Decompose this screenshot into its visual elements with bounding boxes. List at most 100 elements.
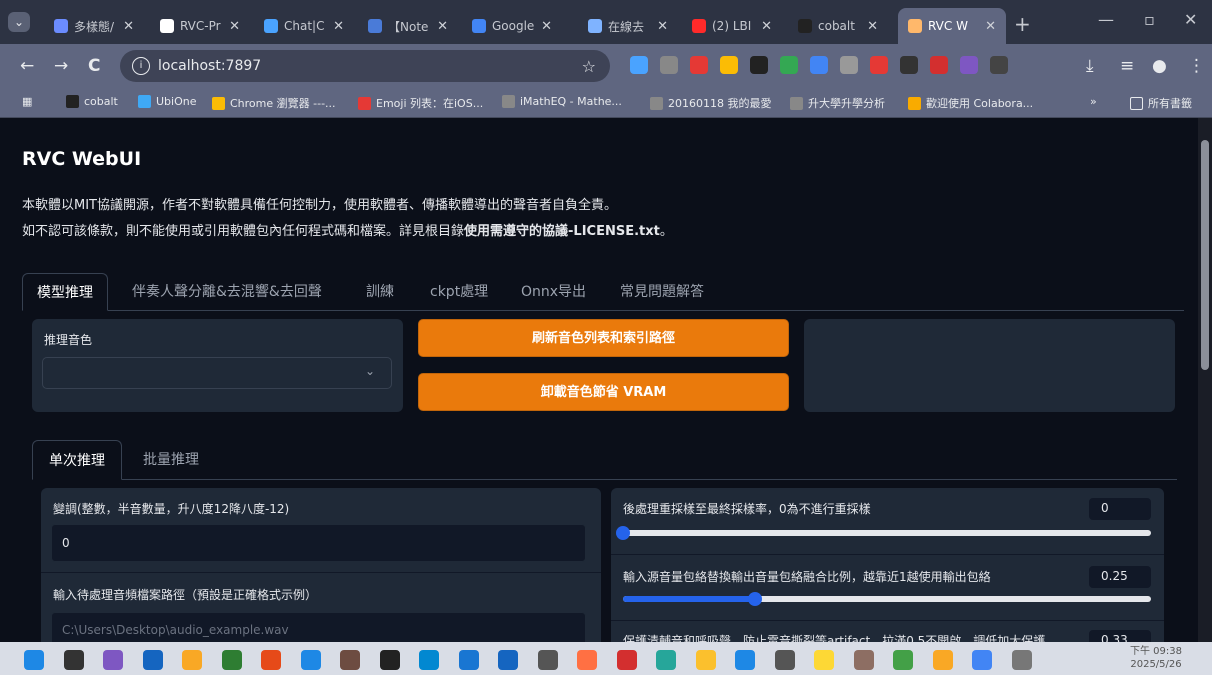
all-bookmarks-folder[interactable]: 所有書籤 [1130, 95, 1192, 111]
browser-tab[interactable]: (2) LBI ✕ [682, 8, 782, 44]
close-tab-icon[interactable]: ✕ [123, 19, 134, 34]
chrome2-icon[interactable] [972, 650, 992, 670]
new-tab-button[interactable]: + [1014, 12, 1031, 36]
app2-icon[interactable] [616, 650, 637, 670]
browser-tab[interactable]: cobalt ✕ [788, 8, 888, 44]
bookmark-star-icon[interactable]: ☆ [582, 57, 596, 76]
extension-icon[interactable] [690, 56, 708, 74]
app8-icon[interactable] [932, 650, 953, 670]
bookmarks-overflow-button[interactable]: » [1090, 95, 1097, 108]
extension-icon[interactable] [900, 56, 918, 74]
edge-icon[interactable] [419, 650, 439, 670]
tab-onnx-export[interactable]: Onnx导出 [507, 273, 600, 311]
rms-mix-number-input[interactable]: 0.25 [1089, 566, 1151, 588]
address-bar[interactable]: i localhost:7897 ☆ [120, 50, 610, 82]
extension-icon[interactable] [840, 56, 858, 74]
reload-button[interactable]: C [88, 56, 100, 76]
extension-icon[interactable] [960, 56, 978, 74]
tab-single-inference[interactable]: 单次推理 [32, 440, 122, 480]
extension-icon[interactable] [930, 56, 948, 74]
extension-icon[interactable] [660, 56, 678, 74]
app5-icon[interactable] [774, 650, 795, 670]
tab-batch-inference[interactable]: 批量推理 [127, 440, 215, 480]
close-tab-icon[interactable]: ✕ [985, 19, 996, 34]
shield-icon[interactable] [458, 650, 479, 670]
close-tab-icon[interactable]: ✕ [333, 19, 344, 34]
scrollbar-thumb[interactable] [1201, 140, 1209, 370]
powerpoint-icon[interactable] [261, 650, 281, 670]
close-window-button[interactable]: ✕ [1184, 10, 1197, 29]
font-icon[interactable] [537, 650, 558, 670]
extension-icon[interactable] [810, 56, 828, 74]
word-icon[interactable] [498, 650, 518, 670]
profile-icon[interactable]: ● [1152, 56, 1167, 76]
bookmark-item[interactable]: cobalt [66, 95, 118, 108]
resample-slider[interactable] [616, 526, 1151, 540]
browser-tab[interactable]: 多樣態/ ✕ [44, 8, 144, 44]
browser-tab[interactable]: RVC-Pr ✕ [150, 8, 250, 44]
app7-icon[interactable] [853, 650, 874, 670]
search-icon[interactable] [63, 650, 84, 670]
browser-tab[interactable]: Chat|C ✕ [254, 8, 354, 44]
browser-tab[interactable]: RVC W ✕ [898, 8, 1006, 44]
store-icon[interactable] [142, 650, 163, 670]
tab-training[interactable]: 訓練 [352, 273, 408, 311]
windows-icon[interactable] [24, 650, 44, 670]
extension-icon[interactable] [780, 56, 798, 74]
tab-ckpt[interactable]: ckpt處理 [416, 273, 502, 311]
tab-vocal-separation[interactable]: 伴奏人聲分離&去混響&去回聲 [118, 273, 336, 311]
extension-icon[interactable] [870, 56, 888, 74]
reading-list-icon[interactable]: ≡ [1120, 56, 1134, 76]
explorer-icon[interactable] [182, 650, 202, 670]
voice-dropdown[interactable]: ⌄ [42, 357, 392, 389]
minimize-button[interactable]: — [1098, 10, 1114, 29]
browser-tab[interactable]: Google ✕ [462, 8, 562, 44]
extension-icon[interactable] [630, 56, 648, 74]
forward-button[interactable]: → [54, 56, 68, 76]
refresh-voices-button[interactable]: 刷新音色列表和索引路徑 [418, 319, 789, 357]
tab-model-inference[interactable]: 模型推理 [22, 273, 108, 311]
close-tab-icon[interactable]: ✕ [657, 19, 668, 34]
bookmark-item[interactable]: 升大學升學分析 [790, 95, 885, 111]
app3-icon[interactable] [656, 650, 676, 670]
browser-tab[interactable]: 【Note ✕ [358, 8, 458, 44]
close-tab-icon[interactable]: ✕ [229, 19, 240, 34]
extension-icon[interactable] [720, 56, 738, 74]
excel-icon[interactable] [221, 650, 242, 670]
bookmark-item[interactable]: UbiOne [138, 95, 197, 108]
maximize-button[interactable]: ▫ [1144, 10, 1155, 29]
app-icon[interactable] [300, 650, 321, 670]
back-button[interactable]: ← [20, 56, 34, 76]
protect-number-input[interactable]: 0.33 [1089, 630, 1151, 642]
bookmark-item[interactable]: 20160118 我的最愛 [650, 95, 772, 111]
app6-icon[interactable] [814, 650, 834, 670]
tab-search-button[interactable]: ⌄ [8, 12, 30, 32]
extension-icon[interactable] [990, 56, 1008, 74]
chrome-icon[interactable] [695, 650, 716, 670]
line-icon[interactable] [893, 650, 913, 670]
clock[interactable]: 下午 09:38 2025/5/26 [1130, 645, 1182, 671]
bookmark-item[interactable]: Chrome 瀏覽器 ---... [212, 95, 336, 111]
audio-path-input[interactable]: C:\Users\Desktop\audio_example.wav [51, 612, 586, 642]
close-tab-icon[interactable]: ✕ [867, 19, 878, 34]
close-tab-icon[interactable]: ✕ [541, 19, 552, 34]
resample-slider-knob[interactable] [616, 526, 630, 540]
rms-mix-slider-knob[interactable] [748, 592, 762, 606]
rms-mix-slider[interactable] [623, 592, 1151, 606]
apps-grid-icon[interactable]: ▦ [22, 95, 32, 108]
bookmark-item[interactable]: Emoji 列表：在iOS... [358, 95, 483, 111]
network-icon[interactable] [340, 650, 360, 670]
app4-icon[interactable] [735, 650, 755, 670]
close-tab-icon[interactable]: ✕ [437, 19, 448, 34]
menu-icon[interactable]: ⋮ [1188, 56, 1205, 76]
close-tab-icon[interactable]: ✕ [761, 19, 772, 34]
copilot-icon[interactable] [103, 650, 123, 670]
extension-icon[interactable] [750, 56, 768, 74]
tab-faq[interactable]: 常見問題解答 [606, 273, 718, 311]
bookmark-item[interactable]: 歡迎使用 Colabora... [908, 95, 1033, 111]
unload-voice-button[interactable]: 卸載音色節省 VRAM [418, 373, 789, 411]
resample-number-input[interactable]: 0 [1089, 498, 1151, 520]
site-info-icon[interactable]: i [132, 57, 150, 75]
cobalt-icon[interactable] [379, 650, 400, 670]
download-icon[interactable]: ⤓ [1086, 56, 1094, 76]
